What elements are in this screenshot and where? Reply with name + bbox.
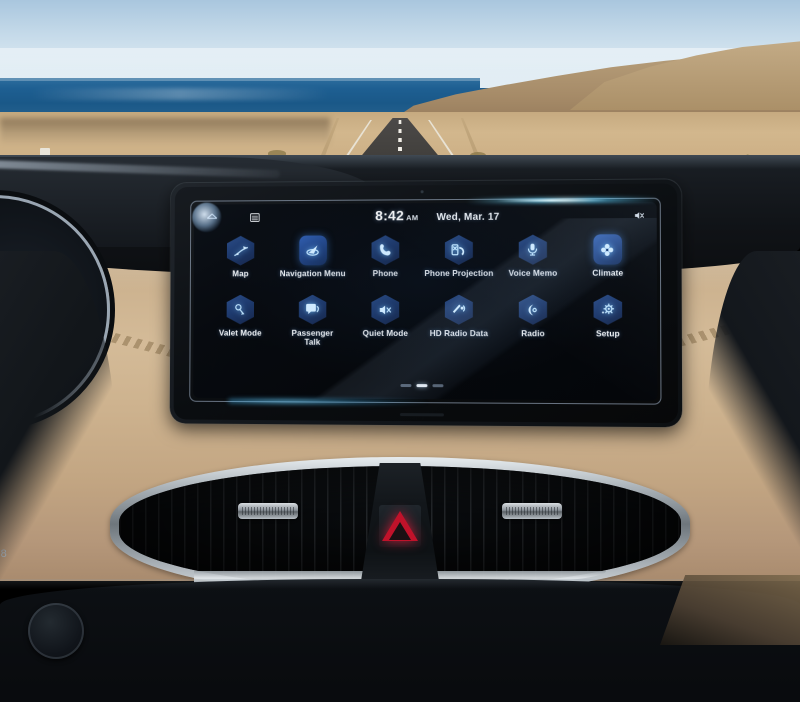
app-tile-passenger-talk[interactable]: Passenger Talk (277, 295, 348, 348)
app-row-2: Valet Mode Passenger Talk Quiet Mode HD Rad… (205, 295, 645, 349)
app-tile-label: Phone (372, 269, 399, 279)
app-tile-valet-mode[interactable]: Valet Mode (205, 295, 275, 338)
clock-ampm: AM (406, 213, 419, 223)
app-icon-container (445, 295, 473, 325)
app-tile-label: Quiet Mode (362, 328, 408, 338)
app-icon-container (299, 295, 327, 325)
app-icon-container (227, 236, 254, 266)
app-grid: Map Navigation Menu Phone Phone Projection V… (193, 230, 657, 349)
dashboard: 68 (0, 155, 800, 702)
hazard-triangle-icon (382, 511, 418, 541)
app-tile-label: Radio (521, 328, 545, 338)
app-icon-container (298, 235, 327, 266)
vent-knob-grill-right (506, 507, 558, 515)
app-tile-phone-projection[interactable]: Phone Projection (423, 235, 495, 279)
app-tile-label: HD Radio Data (429, 328, 489, 338)
clock-time: 8:42 (375, 207, 405, 224)
app-tile-label: Navigation Menu (279, 269, 346, 279)
app-icon-container (519, 235, 547, 265)
hd-radio-icon (450, 301, 468, 319)
compass-icon (304, 241, 322, 259)
app-tile-label: Voice Memo (508, 268, 558, 278)
app-icon-container (445, 235, 473, 265)
control-dial[interactable] (28, 603, 84, 659)
app-icon-container (593, 234, 623, 265)
desert-shadow (0, 118, 330, 146)
screenshot-root: 68 (0, 0, 800, 702)
key-icon (232, 301, 250, 319)
app-tile-hd-radio-data[interactable]: HD Radio Data (423, 295, 495, 339)
app-tile-voice-memo[interactable]: Voice Memo (497, 234, 570, 278)
app-tile-label: Phone Projection (424, 268, 494, 279)
status-right-group (626, 205, 649, 225)
app-tile-climate[interactable]: Climate (571, 234, 645, 278)
map-icon (232, 242, 250, 260)
radio-wave-icon (524, 301, 542, 319)
fan-icon (598, 240, 616, 258)
app-tile-label: Passenger Talk (291, 328, 334, 348)
app-tile-label: Map (232, 269, 249, 279)
clock-date: Wed, Mar. 17 (436, 211, 500, 224)
home-icon[interactable] (202, 207, 222, 227)
air-vent-left[interactable] (238, 503, 298, 519)
speech-bubble-icon (304, 301, 322, 319)
bezel-notch (399, 413, 444, 417)
infotainment-head-unit[interactable]: 8:42 AM Wed, Mar. 17 Map Navigation Menu… (169, 179, 683, 428)
app-row-1: Map Navigation Menu Phone Phone Projection V… (205, 234, 644, 279)
app-tile-phone[interactable]: Phone (350, 235, 422, 279)
app-tile-label: Valet Mode (218, 328, 262, 338)
app-icon-container (371, 295, 399, 325)
gear-icon (599, 301, 617, 319)
mic-pinhole (420, 190, 424, 194)
sound-mute-icon[interactable] (628, 205, 649, 225)
phone-handset-icon (376, 241, 394, 259)
center-vent-assembly (110, 457, 690, 597)
air-vent-right[interactable] (502, 503, 562, 519)
ocean-shimmer (30, 88, 330, 100)
app-tile-label: Climate (592, 268, 624, 278)
app-tile-label: Setup (595, 328, 620, 339)
hazard-warning-triangle[interactable] (379, 505, 421, 547)
page-indicator[interactable] (400, 384, 444, 388)
app-tile-setup[interactable]: Setup (571, 295, 645, 339)
page-dot[interactable] (400, 384, 412, 388)
app-tile-radio[interactable]: Radio (497, 295, 570, 339)
status-bar: 8:42 AM Wed, Mar. 17 (194, 202, 657, 230)
phone-projection-icon (450, 241, 468, 259)
infotainment-screen[interactable]: 8:42 AM Wed, Mar. 17 Map Navigation Menu… (193, 201, 658, 401)
quiet-volume-icon (376, 301, 394, 319)
app-icon-container (593, 295, 622, 325)
clock-group: 8:42 AM Wed, Mar. 17 (258, 206, 620, 226)
app-tile-navigation-menu[interactable]: Navigation Menu (277, 235, 348, 278)
page-dot[interactable] (432, 384, 444, 388)
microphone-icon (524, 241, 542, 259)
app-tile-map[interactable]: Map (205, 236, 275, 279)
page-dot[interactable] (416, 384, 428, 388)
app-icon-container (372, 235, 400, 265)
clock: 8:42 AM (375, 207, 418, 225)
app-icon-container (519, 295, 547, 325)
app-tile-quiet-mode[interactable]: Quiet Mode (350, 295, 422, 339)
app-icon-container (227, 295, 254, 325)
vent-knob-grill-left (242, 507, 294, 515)
